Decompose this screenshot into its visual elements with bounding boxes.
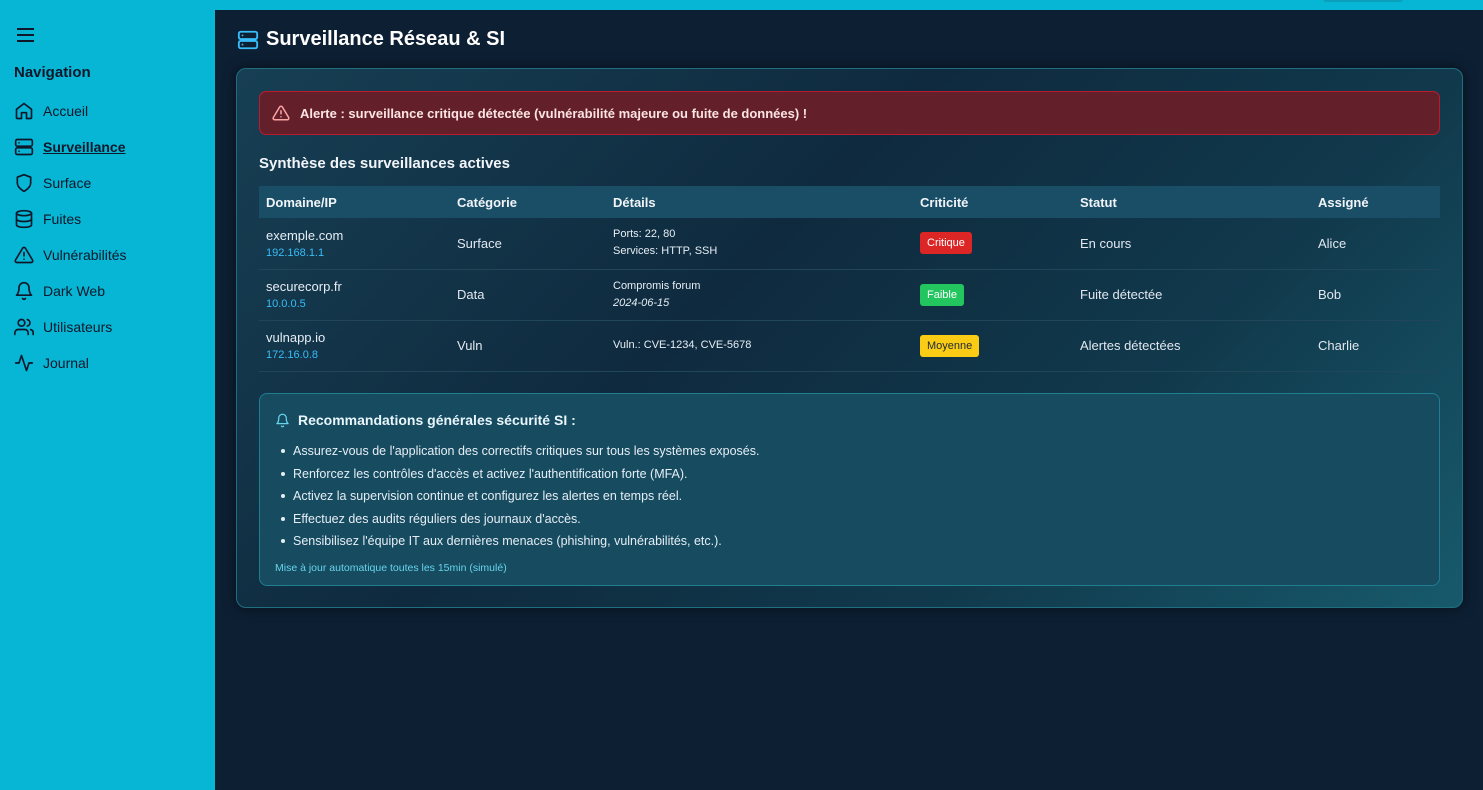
top-bar-handle: [1323, 0, 1403, 2]
cell-status: Fuite détectée: [1080, 287, 1163, 302]
page-title: Surveillance Réseau & SI: [237, 28, 505, 51]
cell-criticity: Moyenne: [913, 320, 1073, 371]
table-header-row: Domaine/IP Catégorie Détails Criticité S…: [259, 186, 1440, 218]
list-item: Activez la supervision continue et confi…: [281, 485, 1424, 508]
recommendations-panel: Recommandations générales sécurité SI : …: [259, 393, 1440, 586]
criticity-badge: Faible: [920, 283, 964, 306]
sidebar-item-dark-web[interactable]: Dark Web: [14, 273, 201, 309]
shield-icon: [16, 173, 32, 193]
sidebar-item-label: Surveillance: [43, 139, 126, 155]
sidebar-item-label: Surface: [43, 175, 92, 191]
list-item: Sensibilisez l'équipe IT aux dernières m…: [281, 530, 1424, 553]
column-header-status: Statut: [1080, 194, 1117, 210]
cell-category: Vuln: [457, 338, 483, 353]
recommendations-list: Assurez-vous de l'application des correc…: [275, 440, 1424, 553]
sidebar-item-surface[interactable]: Surface: [14, 165, 201, 201]
cell-category: Surface: [457, 235, 502, 251]
cell-domain: securecorp.fr 10.0.0.5: [259, 269, 450, 320]
top-accent-bar: [0, 0, 1483, 10]
detail-line: Services: HTTP, SSH: [613, 245, 718, 258]
database-icon: [15, 209, 33, 229]
domain-ip: 10.0.0.5: [266, 298, 306, 310]
sidebar-item-label: Dark Web: [43, 283, 105, 299]
cell-category: Data: [457, 287, 485, 302]
activity-icon: [14, 354, 34, 372]
domain-name: vulnapp.io: [266, 330, 326, 345]
detail-line: Ports: 22, 80: [613, 228, 676, 241]
alert-text: Alerte : surveillance critique détectée …: [300, 105, 808, 121]
summary-title: Synthèse des surveillances actives: [259, 155, 510, 172]
list-item: Effectuez des audits réguliers des journ…: [281, 508, 1424, 531]
surveillance-table: Domaine/IP Catégorie Détails Criticité S…: [259, 186, 1440, 372]
cell-criticity: Faible: [913, 269, 1073, 320]
column-header-category: Catégorie: [457, 194, 517, 210]
cell-assignee: Charlie: [1318, 338, 1360, 353]
menu-toggle-button[interactable]: [16, 24, 38, 46]
detail-line: Vuln.: CVE-1234, CVE-5678: [613, 339, 752, 351]
home-icon: [15, 102, 33, 120]
cell-details: Compromis forum 2024-06-15: [606, 269, 913, 320]
users-icon: [14, 318, 34, 336]
cell-status: En cours: [1080, 235, 1132, 251]
sidebar-item-fuites[interactable]: Fuites: [14, 201, 201, 237]
surveillance-card: Alerte : surveillance critique détectée …: [236, 68, 1463, 608]
bell-icon: [15, 281, 33, 301]
warning-icon: [272, 105, 290, 121]
cell-domain: vulnapp.io 172.16.0.8: [259, 320, 450, 371]
domain-name: exemple.com: [266, 227, 344, 243]
column-header-domain: Domaine/IP: [266, 194, 337, 210]
nav-list: Accueil Surveillance Surface Fuites Vuln…: [14, 93, 201, 381]
criticity-badge: Moyenne: [920, 334, 980, 357]
table-row[interactable]: exemple.com 192.168.1.1 Surface Ports: 2…: [259, 218, 1440, 269]
sidebar-item-journal[interactable]: Journal: [14, 345, 201, 381]
hamburger-icon[interactable]: [16, 27, 36, 43]
sidebar-item-label: Journal: [43, 355, 89, 371]
cell-domain: exemple.com 192.168.1.1: [259, 218, 450, 269]
server-icon: [14, 138, 34, 156]
column-header-criticity: Criticité: [920, 194, 969, 210]
sidebar: Navigation Accueil Surveillance Surface …: [0, 0, 215, 790]
detail-date: 2024-06-15: [613, 296, 670, 309]
sidebar-item-surveillance[interactable]: Surveillance: [14, 129, 201, 165]
table-row[interactable]: vulnapp.io 172.16.0.8 Vuln Vuln.: CVE-12…: [259, 320, 1440, 371]
domain-ip: 192.168.1.1: [266, 246, 325, 259]
main-content: Surveillance Réseau & SI Alerte : survei…: [215, 10, 1483, 790]
cell-criticity: Critique: [913, 218, 1073, 269]
sidebar-item-accueil[interactable]: Accueil: [14, 93, 201, 129]
sidebar-item-label: Accueil: [43, 103, 89, 119]
domain-ip: 172.16.0.8: [266, 349, 318, 361]
cell-assignee: Bob: [1318, 287, 1342, 302]
sidebar-item-label: Vulnérabilités: [43, 247, 127, 263]
sidebar-item-vulnerabilites[interactable]: Vulnérabilités: [14, 237, 201, 273]
cell-details: Ports: 22, 80 Services: HTTP, SSH: [606, 218, 913, 269]
criticity-badge: Critique: [920, 232, 972, 255]
recommendations-title-text: Recommandations générales sécurité SI :: [298, 412, 576, 428]
cell-assignee: Alice: [1318, 235, 1347, 251]
list-item: Renforcez les contrôles d'accès et activ…: [281, 463, 1424, 486]
recommendations-title: Recommandations générales sécurité SI :: [275, 412, 1424, 428]
list-item: Assurez-vous de l'application des correc…: [281, 440, 1424, 463]
sidebar-item-label: Fuites: [43, 211, 82, 227]
column-header-assignee: Assigné: [1318, 194, 1369, 210]
sidebar-item-label: Utilisateurs: [43, 319, 113, 335]
cell-details: Vuln.: CVE-1234, CVE-5678: [606, 320, 913, 371]
bell-icon: [276, 413, 289, 427]
warning-icon: [14, 246, 34, 264]
critical-alert-banner: Alerte : surveillance critique détectée …: [259, 91, 1440, 135]
table-row[interactable]: securecorp.fr 10.0.0.5 Data Compromis fo…: [259, 269, 1440, 320]
detail-line: Compromis forum: [613, 279, 701, 292]
server-icon: [237, 30, 259, 49]
sidebar-item-utilisateurs[interactable]: Utilisateurs: [14, 309, 201, 345]
domain-name: securecorp.fr: [266, 279, 342, 294]
page-title-text: Surveillance Réseau & SI: [266, 28, 506, 50]
column-header-details: Détails: [613, 194, 656, 210]
cell-status: Alertes détectées: [1080, 338, 1181, 353]
auto-update-note: Mise à jour automatique toutes les 15min…: [275, 561, 507, 574]
nav-heading: Navigation: [14, 64, 91, 81]
